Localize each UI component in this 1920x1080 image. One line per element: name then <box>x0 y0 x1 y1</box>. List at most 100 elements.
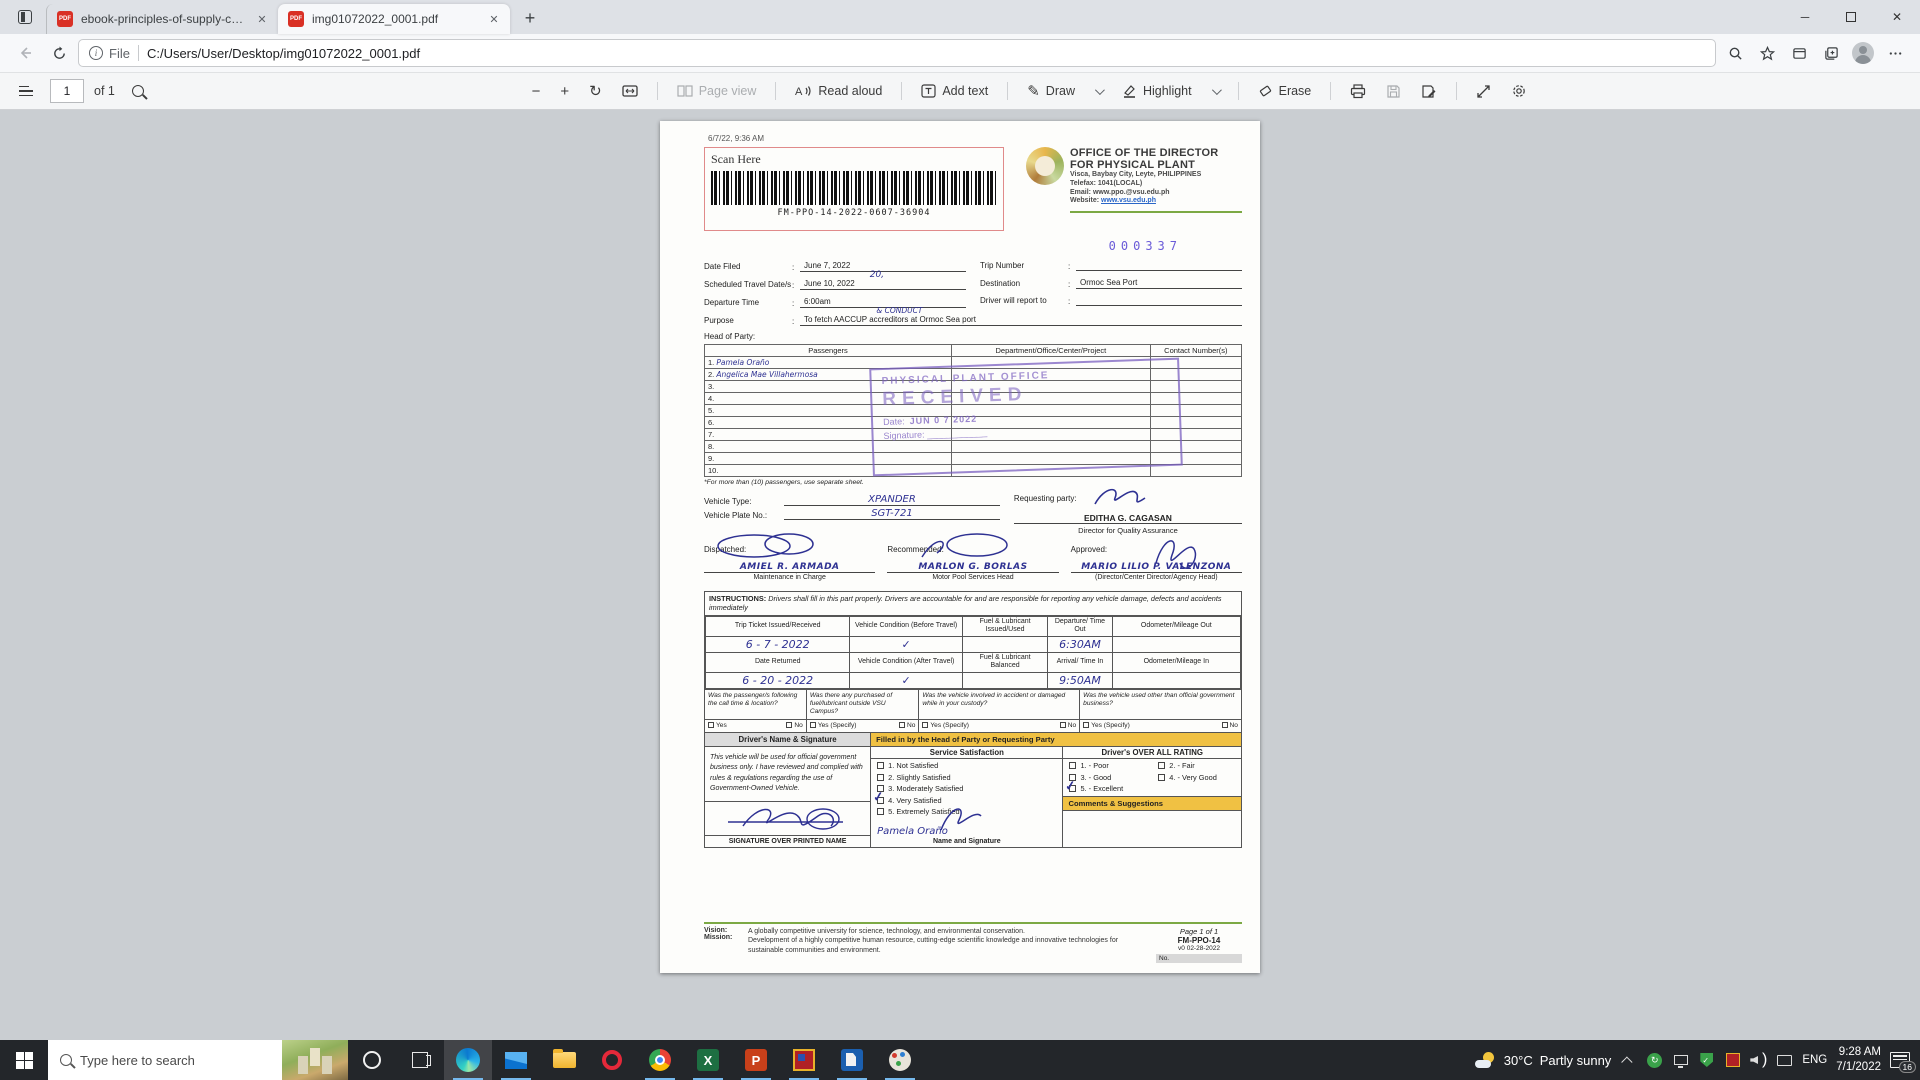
url-divider <box>138 45 139 61</box>
find-button[interactable] <box>125 80 151 102</box>
clock-time: 9:28 AM <box>1836 1045 1881 1060</box>
passenger-footnote: *For more than (10) passengers, use sepa… <box>704 479 1242 486</box>
taskbar-app-media[interactable] <box>780 1040 828 1080</box>
new-tab-button[interactable]: + <box>516 4 544 32</box>
office-address: Visca, Baybay City, Leyte, PHILIPPINES <box>1070 171 1242 180</box>
passenger-row: 6. <box>705 417 1242 429</box>
scan-here-box: Scan Here FM-PPO-14-2022-0607-36904 <box>704 147 1004 231</box>
toc-button[interactable] <box>12 78 40 105</box>
tray-safety-app[interactable]: ↻ <box>1646 1052 1663 1069</box>
draw-button[interactable]: ✎ Draw <box>1020 79 1082 104</box>
passenger-row: 9. <box>705 453 1242 465</box>
cortana-button[interactable] <box>348 1040 396 1080</box>
scheduled-travel-value: June 10, 2022 <box>804 279 855 288</box>
file-explorer-icon <box>553 1052 576 1068</box>
avatar <box>1852 42 1874 64</box>
driver-signature-scribble <box>723 804 853 836</box>
tray-overflow-button[interactable] <box>1620 1052 1637 1069</box>
passenger-name: Angelica Mae Villahermosa <box>716 370 817 379</box>
tab-close-icon[interactable]: ✕ <box>486 11 502 27</box>
name-signature-caption: Name and Signature <box>871 837 1062 847</box>
rotate-button[interactable]: ↻ <box>582 79 609 104</box>
tab-img-pdf[interactable]: PDF img01072022_0001.pdf ✕ <box>278 4 510 34</box>
checkbox <box>877 762 884 769</box>
draw-options-button[interactable] <box>1088 83 1109 100</box>
taskbar-app-powerpoint[interactable]: P <box>732 1040 780 1080</box>
zoom-search-button[interactable] <box>1720 38 1750 68</box>
more-menu-button[interactable] <box>1880 38 1910 68</box>
tray-media-app[interactable] <box>1724 1052 1741 1069</box>
zoom-out-button[interactable]: − <box>525 79 548 104</box>
taskbar-app-edge[interactable] <box>444 1040 492 1080</box>
taskbar-app-mail[interactable] <box>492 1040 540 1080</box>
highlight-options-button[interactable] <box>1205 83 1226 100</box>
save-as-button[interactable] <box>1414 79 1444 104</box>
pdf-favicon: PDF <box>57 11 73 27</box>
page-number-input[interactable] <box>50 79 84 103</box>
task-view-button[interactable] <box>396 1040 444 1080</box>
highlight-button[interactable]: Highlight <box>1115 79 1199 103</box>
footer-rule <box>704 922 1242 924</box>
read-aloud-button[interactable]: A Read aloud <box>788 79 889 103</box>
minimize-button[interactable]: ─ <box>1782 0 1828 34</box>
chevron-down-icon <box>1095 85 1105 95</box>
add-text-button[interactable]: Add text <box>914 79 995 103</box>
service-option: 3. Moderately Satisfied <box>888 784 963 793</box>
refresh-icon <box>52 46 67 61</box>
start-button[interactable] <box>0 1040 48 1080</box>
back-button[interactable] <box>10 38 40 68</box>
weather-widget[interactable]: 30°C Partly sunny <box>1475 1052 1612 1068</box>
tray-volume[interactable]: ) <box>1750 1052 1767 1069</box>
info-icon[interactable]: i <box>89 46 103 60</box>
vertical-tabs-button[interactable] <box>10 4 40 30</box>
taskbar-search[interactable] <box>48 1040 348 1080</box>
vehicle-type-value: XPANDER <box>784 494 1000 506</box>
page-view-button[interactable]: Page view <box>670 79 764 103</box>
log-header: Odometer/Mileage In <box>1112 652 1240 672</box>
zoom-in-button[interactable]: + <box>553 79 576 104</box>
settings-button[interactable] <box>1504 78 1534 104</box>
close-button[interactable]: ✕ <box>1874 0 1920 34</box>
taskbar-app-excel[interactable]: X <box>684 1040 732 1080</box>
tray-network[interactable] <box>1672 1052 1689 1069</box>
url-field[interactable]: i File C:/Users/User/Desktop/img01072022… <box>78 39 1716 67</box>
save-button[interactable] <box>1379 79 1408 104</box>
taskbar-app-chrome[interactable] <box>636 1040 684 1080</box>
profile-button[interactable] <box>1848 38 1878 68</box>
tab-close-icon[interactable]: ✕ <box>254 11 270 27</box>
search-input[interactable] <box>72 1053 282 1068</box>
taskbar-app-opera[interactable] <box>588 1040 636 1080</box>
fullscreen-button[interactable] <box>1469 79 1498 104</box>
search-highlight-thumbnail[interactable] <box>282 1040 348 1080</box>
maximize-button[interactable] <box>1828 0 1874 34</box>
tab-ebook[interactable]: PDF ebook-principles-of-supply-chai ✕ <box>46 4 278 34</box>
signature-caption: SIGNATURE OVER PRINTED NAME <box>705 835 870 847</box>
refresh-button[interactable] <box>44 38 74 68</box>
fit-width-button[interactable] <box>615 79 645 103</box>
action-center-button[interactable]: 16 <box>1890 1052 1910 1068</box>
tab-title: img01072022_0001.pdf <box>312 12 478 26</box>
evaluation-section: Driver's Name & Signature This vehicle w… <box>704 733 1242 848</box>
taskbar-app-libreoffice[interactable] <box>828 1040 876 1080</box>
toolbar-divider <box>775 82 776 100</box>
taskbar-app-file-explorer[interactable] <box>540 1040 588 1080</box>
destination-label: Destination <box>980 280 1068 289</box>
windows-logo-icon <box>16 1052 33 1069</box>
tray-security[interactable]: ✓ <box>1698 1052 1715 1069</box>
favorites-button[interactable] <box>1752 38 1782 68</box>
windows-taskbar: X P 30°C Partly sunny ↻ ✓ ) ENG 9:28 AM … <box>0 1040 1920 1080</box>
chrome-icon <box>649 1049 671 1071</box>
print-button[interactable] <box>1343 79 1373 104</box>
taskbar-clock[interactable]: 9:28 AM 7/1/2022 <box>1836 1045 1881 1075</box>
fuel-balanced-value <box>962 672 1048 688</box>
tray-touch-keyboard[interactable] <box>1776 1052 1793 1069</box>
form-version: v0 02-28-2022 <box>1156 945 1242 952</box>
collections-button[interactable] <box>1816 38 1846 68</box>
cortana-icon <box>363 1051 381 1069</box>
taskbar-app-paint[interactable] <box>876 1040 924 1080</box>
favorites-bar-button[interactable] <box>1784 38 1814 68</box>
language-indicator[interactable]: ENG <box>1802 1054 1827 1066</box>
passenger-row: 4. <box>705 393 1242 405</box>
erase-button[interactable]: Erase <box>1251 79 1319 103</box>
dispatched-title: Maintenance in Charge <box>704 574 875 581</box>
